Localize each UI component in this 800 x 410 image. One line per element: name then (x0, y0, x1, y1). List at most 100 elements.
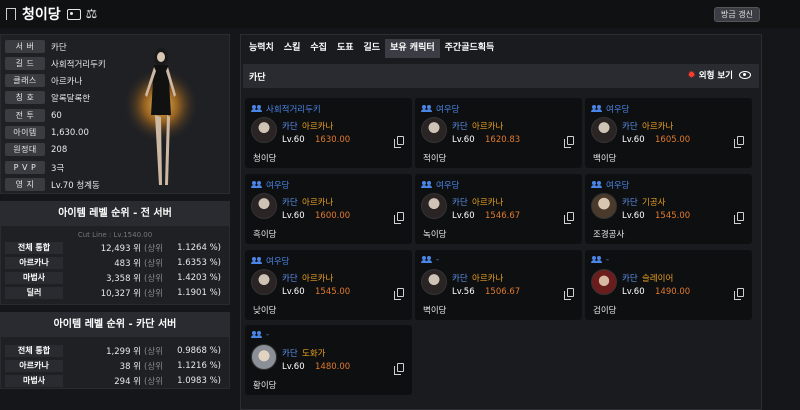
guild-name: 사회적거리두키 (251, 103, 321, 115)
avatar (251, 117, 277, 143)
avatar (251, 344, 277, 370)
char-server: 카단 (622, 198, 638, 208)
avatar (591, 117, 617, 143)
copy-icon[interactable] (394, 288, 404, 300)
tab-skills[interactable]: 스킬 (278, 39, 306, 58)
guild-name: - (591, 255, 609, 265)
character-card[interactable]: 여우당 카단 아르카나 Lv.60 1545.00 낮이당 (245, 250, 412, 320)
copy-icon[interactable] (564, 136, 574, 148)
cutline-text: Cut Line : Lv.1540.00 (77, 231, 153, 239)
char-class: 아르카나 (302, 198, 334, 208)
avatar (421, 269, 447, 295)
char-name: 벽이당 (423, 306, 447, 316)
appearance-toggle[interactable]: ✹ 외형 보기 (687, 69, 751, 81)
char-item-level: 1600.00 (315, 211, 351, 221)
tab-collection[interactable]: 수집 (305, 39, 332, 58)
rank-row: 아르카나 38 위 (상위 1.1216 %) (1, 358, 229, 373)
guild-name: 여우당 (591, 179, 629, 191)
char-item-level: 1620.83 (485, 135, 521, 145)
tab-chart[interactable]: 도표 (331, 39, 359, 58)
char-class: 아르카나 (302, 274, 334, 284)
scale-icon[interactable]: ⚖ (86, 7, 98, 22)
rank-all-title: 아이템 레벨 순위 - 전 서버 (1, 202, 229, 226)
copy-icon[interactable] (734, 288, 744, 300)
tab-guild[interactable]: 길드 (358, 39, 386, 58)
character-card[interactable]: 여우당 카단 아르카나 Lv.60 1605.00 백이당 (585, 98, 752, 168)
guild-members-icon (251, 257, 263, 265)
profile-row-combat: 전 투 60 (5, 109, 62, 122)
profile-row-guild: 길 드 사회적거리두키 (5, 57, 106, 70)
avatar (251, 269, 277, 295)
guild-name: - (421, 255, 439, 265)
server-bar: 카단 ✹ 외형 보기 (243, 64, 759, 88)
rank-row: 딜러 10,327 위 (상위 1.1901 %) (1, 285, 229, 300)
avatar (421, 193, 447, 219)
tab-stats[interactable]: 능력치 (244, 39, 279, 58)
guild-name: 여우당 (591, 103, 629, 115)
profile-card-icon[interactable] (66, 8, 81, 20)
char-item-level: 1545.00 (315, 287, 351, 297)
copy-icon[interactable] (564, 288, 574, 300)
copy-icon[interactable] (734, 212, 744, 224)
bookmark-icon[interactable] (6, 8, 16, 20)
char-server: 카단 (452, 274, 468, 284)
copy-icon[interactable] (564, 212, 574, 224)
sun-icon: ✹ (687, 69, 696, 81)
refresh-button[interactable]: 방금 갱신 (714, 7, 760, 22)
guild-members-icon (421, 256, 433, 264)
char-server: 카단 (622, 274, 638, 284)
copy-icon[interactable] (394, 136, 404, 148)
eye-icon[interactable] (739, 71, 751, 79)
char-server: 카단 (452, 122, 468, 132)
character-card[interactable]: 여우당 카단 아르카나 Lv.60 1546.67 녹이당 (415, 174, 582, 244)
char-level: Lv.60 (622, 135, 645, 145)
char-name: 청이당 (253, 154, 277, 164)
char-server: 카단 (622, 122, 638, 132)
guild-members-icon (251, 181, 263, 189)
char-level: Lv.60 (282, 135, 305, 145)
profile-row-class: 클래스 아르카나 (5, 74, 82, 87)
char-level: Lv.60 (282, 287, 305, 297)
profile-row-expedition: 원정대 208 (5, 143, 67, 156)
top-bar: 청이당 ⚖ 방금 갱신 (0, 0, 800, 28)
character-card[interactable]: 여우당 카단 기공사 Lv.60 1545.00 조경공사 (585, 174, 752, 244)
profile-row-item: 아이템 1,630.00 (5, 126, 89, 139)
avatar (591, 193, 617, 219)
char-item-level: 1546.67 (485, 211, 521, 221)
char-name: 조경공사 (593, 230, 625, 240)
char-name: 검이당 (593, 306, 617, 316)
char-item-level: 1545.00 (655, 211, 691, 221)
profile-panel: 서 버 카단 길 드 사회적거리두키 클래스 아르카나 칭 호 알록달록한 전 투 60 … (0, 34, 230, 194)
char-level: Lv.60 (282, 211, 305, 221)
character-card[interactable]: - 카단 아르카나 Lv.56 1506.67 벽이당 (415, 250, 582, 320)
profile-row-title: 칭 호 알록달록한 (5, 91, 90, 104)
guild-name: 여우당 (421, 103, 459, 115)
guild-members-icon (591, 181, 603, 189)
tab-weekly-gold[interactable]: 주간골드획득 (439, 39, 500, 58)
char-server: 카단 (282, 349, 298, 359)
char-server: 카단 (282, 274, 298, 284)
rank-row: 전체 통합 12,493 위 (상위 1.1264 %) (1, 240, 229, 255)
rank-row: 마법사 294 위 (상위 1.0983 %) (1, 373, 229, 388)
rank-row: 마법사 3,358 위 (상위 1.4203 %) (1, 270, 229, 285)
rank-server-title: 아이템 레벨 순위 - 카단 서버 (1, 313, 229, 337)
copy-icon[interactable] (734, 136, 744, 148)
char-name: 적이당 (423, 154, 447, 164)
guild-name: - (251, 330, 269, 340)
char-item-level: 1490.00 (655, 287, 691, 297)
character-figure (123, 48, 199, 185)
char-server: 카단 (282, 122, 298, 132)
char-class: 슬레이어 (642, 274, 674, 284)
character-card[interactable]: 여우당 카단 아르카나 Lv.60 1620.83 적이당 (415, 98, 582, 168)
character-card[interactable]: 사회적거리두키 카단 아르카나 Lv.60 1630.00 청이당 (245, 98, 412, 168)
character-card[interactable]: 여우당 카단 아르카나 Lv.60 1600.00 흑이당 (245, 174, 412, 244)
char-item-level: 1605.00 (655, 135, 691, 145)
copy-icon[interactable] (394, 363, 404, 375)
character-card[interactable]: - 카단 도화가 Lv.60 1480.00 황이당 (245, 325, 412, 395)
character-card[interactable]: - 카단 슬레이어 Lv.60 1490.00 검이당 (585, 250, 752, 320)
profile-row-server: 서 버 카단 (5, 40, 67, 53)
copy-icon[interactable] (394, 212, 404, 224)
char-name: 황이당 (253, 381, 277, 391)
char-level: Lv.60 (452, 135, 475, 145)
tab-owned-characters[interactable]: 보유 캐릭터 (385, 39, 440, 58)
